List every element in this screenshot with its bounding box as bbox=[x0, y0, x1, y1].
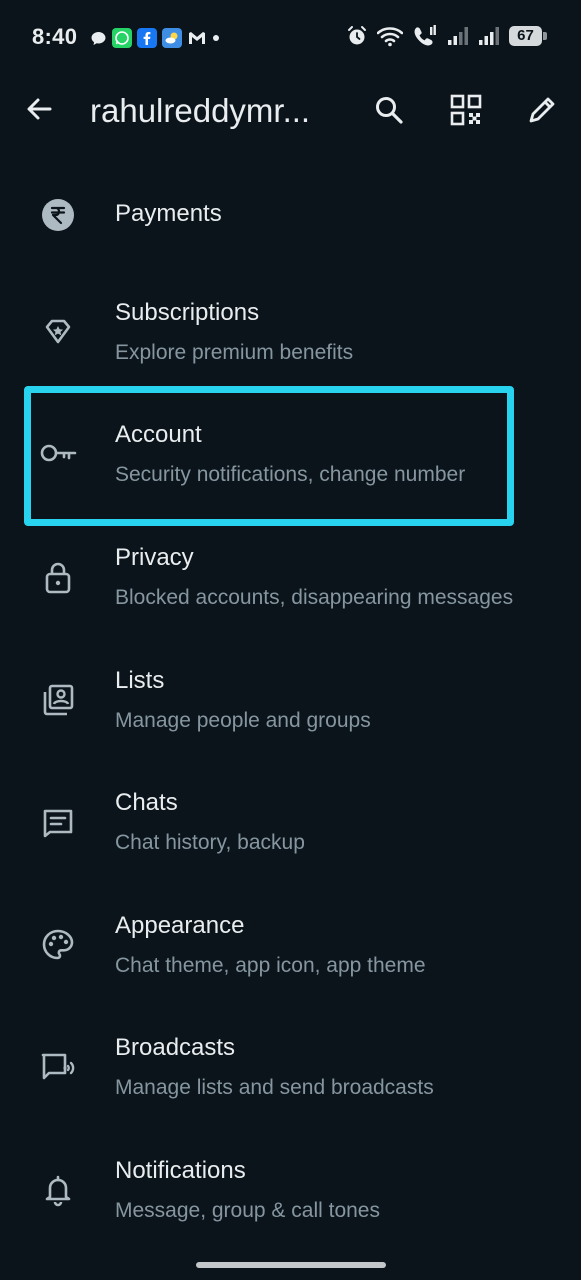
settings-item-subtitle: Explore premium benefits bbox=[115, 341, 354, 364]
settings-item-subtitle: Chat history, backup bbox=[115, 831, 305, 854]
bell-icon bbox=[39, 1171, 77, 1209]
wifi-icon bbox=[377, 25, 403, 47]
alarm-icon bbox=[346, 25, 368, 47]
navigation-gesture-bar[interactable] bbox=[196, 1262, 386, 1268]
facebook-icon bbox=[137, 28, 157, 48]
contact-list-icon bbox=[39, 681, 77, 719]
settings-item-subtitle: Chat theme, app icon, app theme bbox=[115, 954, 426, 977]
chat-icon bbox=[39, 804, 77, 842]
edit-pencil-icon bbox=[529, 97, 555, 123]
settings-item-subtitle: Blocked accounts, disappearing messages bbox=[115, 586, 514, 609]
status-bar: 8:40 67 bbox=[0, 0, 581, 76]
lock-icon bbox=[39, 558, 77, 596]
diamond-star-icon bbox=[39, 313, 77, 351]
settings-item-lists[interactable]: Lists Manage people and groups bbox=[0, 649, 581, 759]
settings-item-notifications[interactable]: Notifications Message, group & call tone… bbox=[0, 1139, 581, 1249]
battery-level: 67 bbox=[517, 27, 534, 44]
settings-item-title: Appearance bbox=[115, 912, 245, 939]
app-header: rahulreddymr... bbox=[0, 76, 581, 146]
settings-item-appearance[interactable]: Appearance Chat theme, app icon, app the… bbox=[0, 894, 581, 1004]
gmail-icon bbox=[187, 29, 207, 47]
system-icons: 67 bbox=[337, 25, 547, 47]
settings-item-subtitle: Manage lists and send broadcasts bbox=[115, 1076, 434, 1099]
qr-code-button[interactable] bbox=[448, 92, 484, 128]
back-arrow-icon bbox=[27, 98, 52, 120]
palette-icon bbox=[39, 926, 77, 964]
settings-item-title: Privacy bbox=[115, 544, 194, 571]
settings-item-title: Chats bbox=[115, 789, 178, 816]
settings-item-broadcasts[interactable]: Broadcasts Manage lists and send broadca… bbox=[0, 1016, 581, 1126]
settings-item-subtitle: Manage people and groups bbox=[115, 709, 371, 732]
edit-button[interactable] bbox=[524, 92, 560, 128]
whatsapp-icon bbox=[112, 28, 132, 48]
volte-call-icon bbox=[412, 25, 438, 47]
signal-icon bbox=[478, 26, 500, 46]
settings-item-privacy[interactable]: Privacy Blocked accounts, disappearing m… bbox=[0, 526, 581, 636]
settings-item-chats[interactable]: Chats Chat history, backup bbox=[0, 771, 581, 881]
qr-code-icon bbox=[450, 94, 482, 126]
back-button[interactable] bbox=[22, 92, 56, 126]
settings-item-title: Payments bbox=[115, 200, 222, 227]
profile-name-title: rahulreddymr... bbox=[90, 92, 311, 129]
rupee-icon bbox=[39, 196, 77, 234]
signal-icon bbox=[447, 26, 469, 46]
weather-icon bbox=[162, 28, 182, 48]
settings-item-payments[interactable]: Payments bbox=[0, 166, 581, 266]
notification-icons bbox=[90, 28, 225, 48]
settings-item-title: Broadcasts bbox=[115, 1034, 236, 1061]
status-time: 8:40 bbox=[32, 24, 78, 49]
search-icon bbox=[376, 97, 403, 124]
search-button[interactable] bbox=[371, 92, 407, 128]
settings-item-subscriptions[interactable]: Subscriptions Explore premium benefits bbox=[0, 281, 581, 391]
settings-item-title: Notifications bbox=[115, 1157, 246, 1184]
more-dot-icon bbox=[212, 34, 220, 42]
chat-bubble-icon bbox=[90, 30, 107, 47]
settings-screen: 8:40 67 rahulreddymr... Payments Subscri… bbox=[0, 0, 581, 1280]
broadcast-icon bbox=[39, 1049, 77, 1087]
account-highlight-box bbox=[24, 386, 514, 526]
battery-indicator: 67 bbox=[509, 25, 547, 47]
settings-item-title: Lists bbox=[115, 667, 165, 694]
settings-item-subtitle: Message, group & call tones bbox=[115, 1199, 380, 1222]
settings-item-title: Subscriptions bbox=[115, 299, 260, 326]
